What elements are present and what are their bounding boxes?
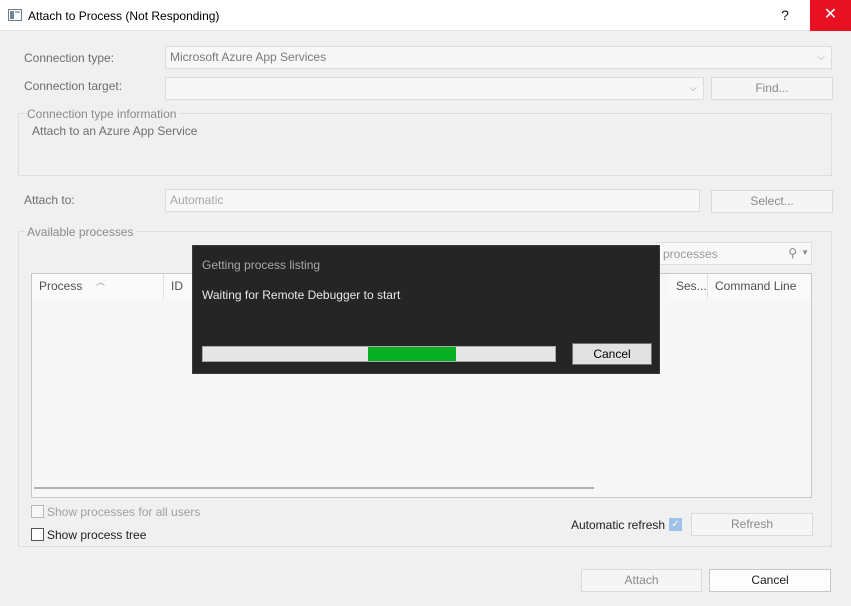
chevron-down-icon: ⌵ (689, 83, 697, 94)
connection-type-value: Microsoft Azure App Services (170, 50, 327, 64)
process-tree-label: Show process tree (47, 528, 147, 542)
help-button[interactable]: ? (770, 0, 800, 31)
column-header-command-line[interactable]: Command Line (708, 274, 811, 299)
chevron-down-icon: ⌵ (817, 52, 825, 63)
attach-to-field[interactable]: Automatic (165, 189, 700, 212)
progress-bar-fill (368, 347, 457, 361)
connection-info-text: Attach to an Azure App Service (32, 124, 198, 138)
attach-to-label: Attach to: (24, 193, 75, 207)
progress-dialog: Getting process listing Waiting for Remo… (192, 245, 660, 374)
connection-type-label: Connection type: (24, 51, 115, 65)
auto-refresh-label: Automatic refresh (571, 518, 666, 532)
auto-refresh-checkbox[interactable]: ✓ (669, 518, 682, 531)
connection-target-combo[interactable]: ⌵ (165, 77, 704, 100)
process-filter-input[interactable]: processes ⚲ ▼ (656, 242, 812, 265)
connection-type-combo[interactable]: Microsoft Azure App Services ⌵ (165, 46, 832, 69)
sort-ascending-icon: ︿ (96, 277, 106, 287)
search-icon: ⚲ (788, 246, 797, 260)
progress-bar (202, 346, 556, 362)
connection-target-label: Connection target: (24, 79, 123, 93)
all-users-label: Show processes for all users (47, 505, 201, 519)
available-processes-title: Available processes (25, 225, 136, 239)
connection-info-title: Connection type information (25, 107, 179, 121)
chevron-down-icon[interactable]: ▼ (801, 248, 809, 257)
close-button[interactable]: ✕ (810, 0, 851, 31)
app-window-icon (8, 9, 22, 21)
process-tree-checkbox[interactable] (31, 528, 44, 541)
progress-dialog-message: Waiting for Remote Debugger to start (202, 288, 401, 302)
connection-info-group (18, 113, 832, 176)
refresh-button[interactable]: Refresh (691, 513, 813, 536)
attach-button[interactable]: Attach (581, 569, 702, 592)
progress-cancel-button[interactable]: Cancel (572, 343, 652, 365)
cancel-button[interactable]: Cancel (709, 569, 831, 592)
column-header-process[interactable]: ︿ Process (32, 274, 164, 299)
select-button[interactable]: Select... (711, 190, 833, 213)
filter-placeholder: processes (663, 247, 718, 261)
all-users-checkbox[interactable] (31, 505, 44, 518)
title-bar: Attach to Process (Not Responding) ? ✕ (0, 0, 851, 31)
window-title: Attach to Process (Not Responding) (28, 9, 220, 23)
progress-dialog-title: Getting process listing (202, 258, 321, 272)
horizontal-scrollbar[interactable] (34, 487, 594, 489)
find-button[interactable]: Find... (711, 77, 833, 100)
column-header-session[interactable]: Ses... (669, 274, 708, 299)
